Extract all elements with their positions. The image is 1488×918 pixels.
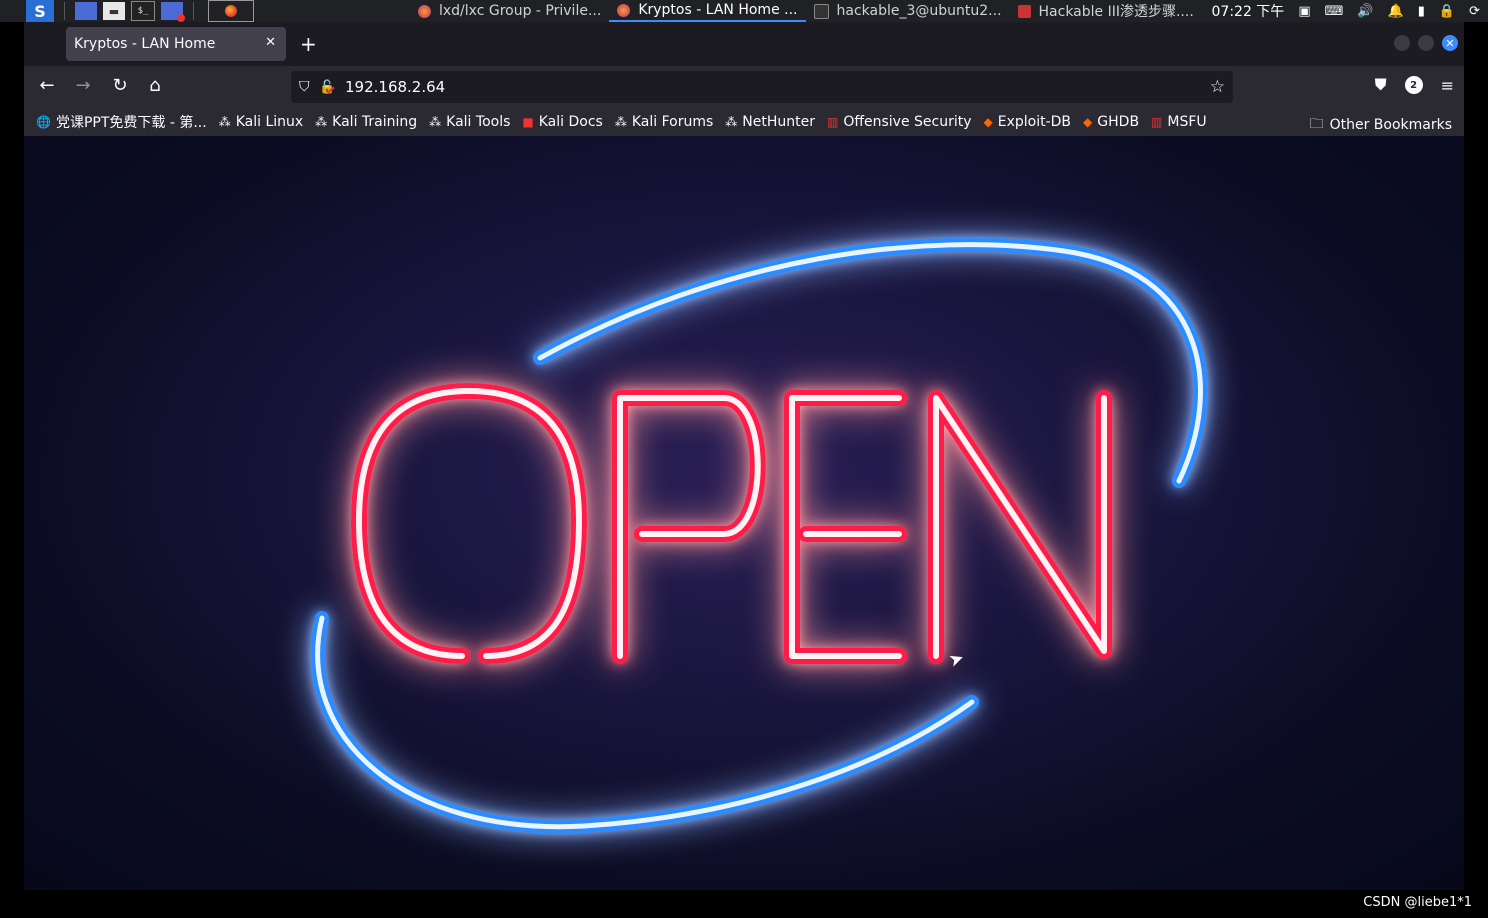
back-button[interactable]: ← bbox=[35, 75, 59, 96]
other-bookmarks[interactable]: 🗀 Other Bookmarks bbox=[1310, 113, 1452, 137]
task-list: lxd/lxc Group - Privile... Kryptos - LAN… bbox=[410, 0, 1202, 22]
other-bookmarks-label: Other Bookmarks bbox=[1329, 117, 1452, 133]
notification-icon[interactable]: 🔔 bbox=[1388, 4, 1404, 19]
bookmark-label: Kali Forums bbox=[631, 114, 714, 130]
task-item-active[interactable]: Kryptos - LAN Home ... bbox=[609, 0, 806, 22]
clock[interactable]: 07:22 下午 bbox=[1212, 1, 1285, 21]
task-label: Hackable III渗透步骤.... bbox=[1038, 4, 1194, 20]
close-window-button[interactable]: ✕ bbox=[1442, 35, 1458, 51]
firefox-launcher[interactable] bbox=[208, 0, 254, 22]
globe-icon: 🌐 bbox=[36, 115, 51, 129]
shield-icon[interactable]: ⛉ bbox=[299, 79, 319, 95]
bookmark-label: Kali Training bbox=[332, 114, 418, 130]
toolbar-right: ⛊ 2 ≡ bbox=[1375, 75, 1454, 95]
kali-icon: ⁂ bbox=[725, 115, 738, 129]
bookmark-item[interactable]: ⁂ Kali Linux bbox=[213, 114, 309, 130]
screen-recorder-icon[interactable] bbox=[161, 2, 185, 22]
bookmark-item[interactable]: ⁂ Kali Forums bbox=[609, 114, 719, 130]
menu-icon[interactable]: ≡ bbox=[1441, 76, 1454, 95]
bookmark-item[interactable]: ⁂ Kali Tools bbox=[423, 114, 516, 130]
kali-icon: ⁂ bbox=[614, 115, 627, 129]
exploitdb-icon: ◆ bbox=[983, 115, 993, 129]
firefox-icon bbox=[418, 4, 431, 18]
bookmark-item[interactable]: ⁂ Kali Training bbox=[309, 114, 423, 130]
neon-open-sign bbox=[310, 237, 1208, 834]
tab-active[interactable]: Kryptos - LAN Home ✕ bbox=[66, 27, 286, 61]
kali-icon: ⁂ bbox=[218, 115, 231, 129]
bookmark-item[interactable]: ■ Kali Docs bbox=[516, 114, 608, 130]
lock-icon[interactable]: 🔒 bbox=[1439, 4, 1455, 19]
task-label: Kryptos - LAN Home ... bbox=[638, 2, 798, 18]
refresh-icon[interactable]: ⟳ bbox=[1469, 4, 1480, 19]
maximize-button[interactable] bbox=[1418, 35, 1434, 51]
home-button[interactable]: ⌂ bbox=[143, 75, 167, 96]
bookmark-label: Kali Linux bbox=[235, 114, 304, 130]
firefox-icon bbox=[617, 3, 631, 17]
bookmark-item[interactable]: ⁂ NetHunter bbox=[719, 114, 821, 130]
bookmark-star-icon[interactable]: ☆ bbox=[1210, 77, 1225, 97]
kali-menu-icon[interactable]: S bbox=[26, 0, 54, 22]
neon-ring bbox=[310, 237, 1208, 834]
offsec-icon: ▥ bbox=[1151, 115, 1163, 129]
bookmark-label: GHDB bbox=[1097, 114, 1140, 130]
task-label: lxd/lxc Group - Privile... bbox=[439, 3, 602, 19]
battery-icon[interactable]: ▮ bbox=[1418, 4, 1425, 19]
bookmark-item[interactable]: ▥ Offensive Security bbox=[821, 114, 978, 130]
bookmark-label: Offensive Security bbox=[843, 114, 972, 130]
tab-title: Kryptos - LAN Home bbox=[74, 36, 216, 52]
volume-icon[interactable]: 🔊 bbox=[1357, 4, 1373, 19]
page-content: ➤ bbox=[24, 136, 1464, 890]
pocket-icon[interactable]: ⛊ bbox=[1375, 75, 1387, 95]
bookmark-item[interactable]: ◆ GHDB bbox=[1077, 114, 1145, 130]
url-input[interactable] bbox=[343, 77, 1167, 97]
extension-badge[interactable]: 2 bbox=[1404, 76, 1423, 94]
terminal-icon[interactable]: $_ bbox=[131, 1, 155, 21]
offsec-icon: ▥ bbox=[826, 115, 839, 129]
neon-letters bbox=[351, 383, 1112, 664]
app-icon bbox=[1017, 4, 1031, 18]
browser-window: Kryptos - LAN Home ✕ + ✕ ← → ↻ ⌂ ⛉ 🔓 ☆ ⛊… bbox=[24, 22, 1464, 890]
folder-icon: 🗀 bbox=[1309, 116, 1324, 132]
task-item[interactable]: Hackable III渗透步骤.... bbox=[1010, 0, 1202, 22]
bookmark-label: Kali Tools bbox=[446, 114, 511, 130]
task-item[interactable]: hackable_3@ubuntu2... bbox=[806, 0, 1010, 22]
task-item[interactable]: lxd/lxc Group - Privile... bbox=[410, 0, 609, 22]
panel-separator bbox=[193, 2, 194, 20]
minimize-button[interactable] bbox=[1394, 35, 1410, 51]
close-tab-icon[interactable]: ✕ bbox=[265, 35, 276, 50]
terminal-icon bbox=[813, 3, 829, 19]
task-label: hackable_3@ubuntu2... bbox=[836, 3, 1002, 19]
exploitdb-icon: ◆ bbox=[1083, 115, 1093, 129]
watermark: CSDN @liebe1*1 bbox=[1363, 895, 1472, 910]
bookmark-label: NetHunter bbox=[742, 114, 815, 130]
system-panel: S ▬ $_ lxd/lxc Group - Privile... Krypto… bbox=[0, 0, 1488, 22]
bookmark-label: Exploit-DB bbox=[997, 114, 1072, 130]
workspace-icon[interactable] bbox=[75, 2, 97, 20]
nav-toolbar: ← → ↻ ⌂ ⛉ 🔓 ☆ ⛊ 2 ≡ bbox=[24, 66, 1464, 108]
bookmark-item[interactable]: ◆ Exploit-DB bbox=[978, 114, 1078, 130]
bookmark-item[interactable]: 🌐 党课PPT免费下载 - 第... bbox=[30, 112, 213, 132]
window-controls: ✕ bbox=[1394, 35, 1458, 51]
file-manager-icon[interactable]: ▬ bbox=[103, 2, 125, 20]
kali-icon: ⁂ bbox=[315, 115, 328, 129]
firefox-icon bbox=[225, 5, 237, 17]
bookmark-label: 党课PPT免费下载 - 第... bbox=[55, 115, 207, 131]
bookmark-item[interactable]: ▥ MSFU bbox=[1145, 114, 1213, 130]
bookmark-label: MSFU bbox=[1167, 114, 1207, 130]
url-bar[interactable]: ⛉ 🔓 ☆ bbox=[291, 71, 1233, 103]
system-tray: 07:22 下午 ▣ ⌨ 🔊 🔔 ▮ 🔒 ⟳ bbox=[1212, 0, 1488, 22]
panel-separator bbox=[64, 2, 65, 20]
docs-icon: ■ bbox=[522, 115, 534, 129]
reload-button[interactable]: ↻ bbox=[108, 75, 132, 96]
bookmark-label: Kali Docs bbox=[538, 114, 603, 130]
forward-button[interactable]: → bbox=[71, 75, 95, 96]
kali-icon: ⁂ bbox=[429, 115, 442, 129]
insecure-lock-icon[interactable]: 🔓 bbox=[319, 80, 343, 95]
keyboard-icon[interactable]: ⌨ bbox=[1325, 4, 1344, 19]
display-icon[interactable]: ▣ bbox=[1298, 4, 1310, 19]
new-tab-button[interactable]: + bbox=[300, 32, 317, 56]
launcher-group: S ▬ $_ bbox=[0, 0, 254, 22]
tab-strip: Kryptos - LAN Home ✕ + ✕ bbox=[24, 22, 1464, 66]
bookmarks-toolbar: 🌐 党课PPT免费下载 - 第... ⁂ Kali Linux ⁂ Kali Trai… bbox=[24, 108, 1464, 136]
